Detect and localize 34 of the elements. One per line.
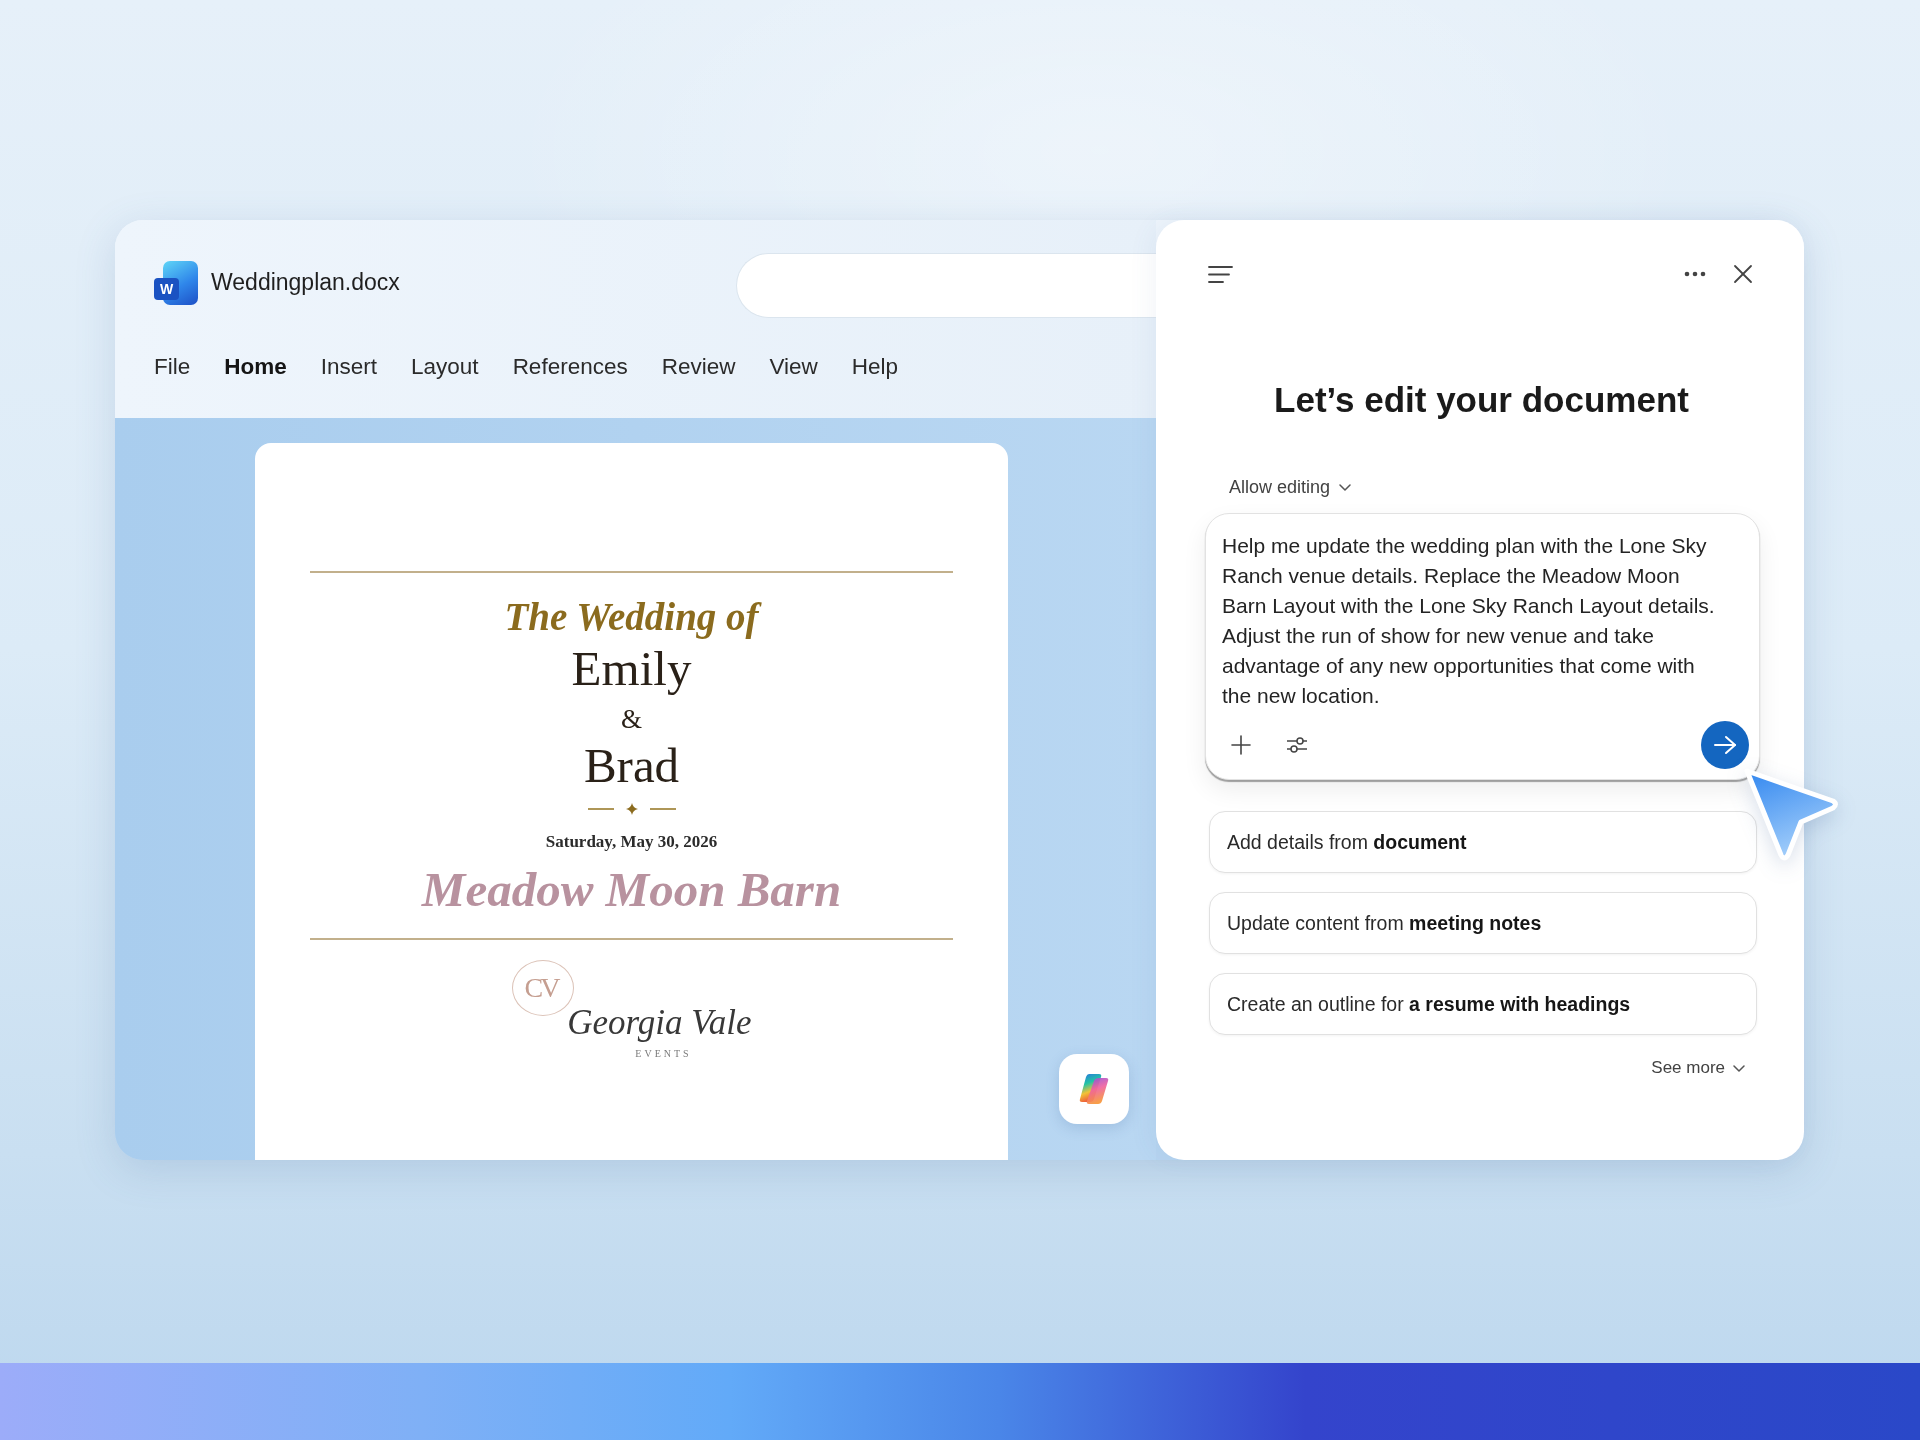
ribbon-tab[interactable]: Insert <box>320 352 378 382</box>
add-icon[interactable] <box>1231 735 1251 755</box>
assistant-button[interactable] <box>1059 1054 1129 1124</box>
ribbon-tab[interactable]: Layout <box>411 352 479 382</box>
ribbon-tab[interactable]: View <box>769 352 818 382</box>
ribbon-tab[interactable]: File <box>154 352 191 382</box>
ribbon-tab[interactable]: References <box>512 352 628 382</box>
logo-tagline: EVENTS <box>635 1048 692 1060</box>
allow-editing-dropdown[interactable]: Allow editing <box>1229 475 1352 499</box>
suggestion-button[interactable]: Create an outline for a resume with headings <box>1209 973 1757 1035</box>
search-field[interactable] <box>736 253 1156 318</box>
ribbon-tab[interactable]: Home <box>224 352 287 382</box>
see-more-button[interactable]: See more <box>1651 1057 1745 1079</box>
menu-icon[interactable] <box>1208 264 1233 284</box>
suggestion-button[interactable]: Add details from document <box>1209 811 1757 873</box>
send-button[interactable] <box>1701 721 1749 769</box>
ribbon-tab[interactable]: Review <box>661 352 736 382</box>
sliders-icon[interactable] <box>1286 736 1308 754</box>
file-name: Weddingplan.docx <box>211 269 400 296</box>
ampersand-text: & <box>621 703 642 736</box>
venue-name: Meadow Moon Barn <box>421 862 842 918</box>
chevron-down-icon <box>1339 483 1352 491</box>
close-icon[interactable] <box>1733 264 1753 284</box>
partner-name: Brad <box>583 741 680 791</box>
panel-title: Let’s edit your document <box>1273 379 1690 421</box>
more-options-icon[interactable] <box>1684 271 1706 277</box>
suggestion-button[interactable]: Update content from meeting notes <box>1209 892 1757 954</box>
arrow-right-icon <box>1713 735 1737 755</box>
prompt-input[interactable]: Help me update the wedding plan with the Lone Sky Ranch venue details. Replace the Meadow Moon Barn Layout with the Lone Sky Ranch Layout details. Adjust the run of show for new venue and take advantage of any new opportunities that come with the new location. <box>1222 531 1717 711</box>
chevron-down-icon <box>1733 1064 1745 1072</box>
ribbon-tab[interactable]: Help <box>851 352 899 382</box>
event-date: Saturday, May 30, 2026 <box>545 831 718 853</box>
ornament-divider-icon <box>587 802 676 816</box>
partner-name: Emily <box>571 644 692 694</box>
